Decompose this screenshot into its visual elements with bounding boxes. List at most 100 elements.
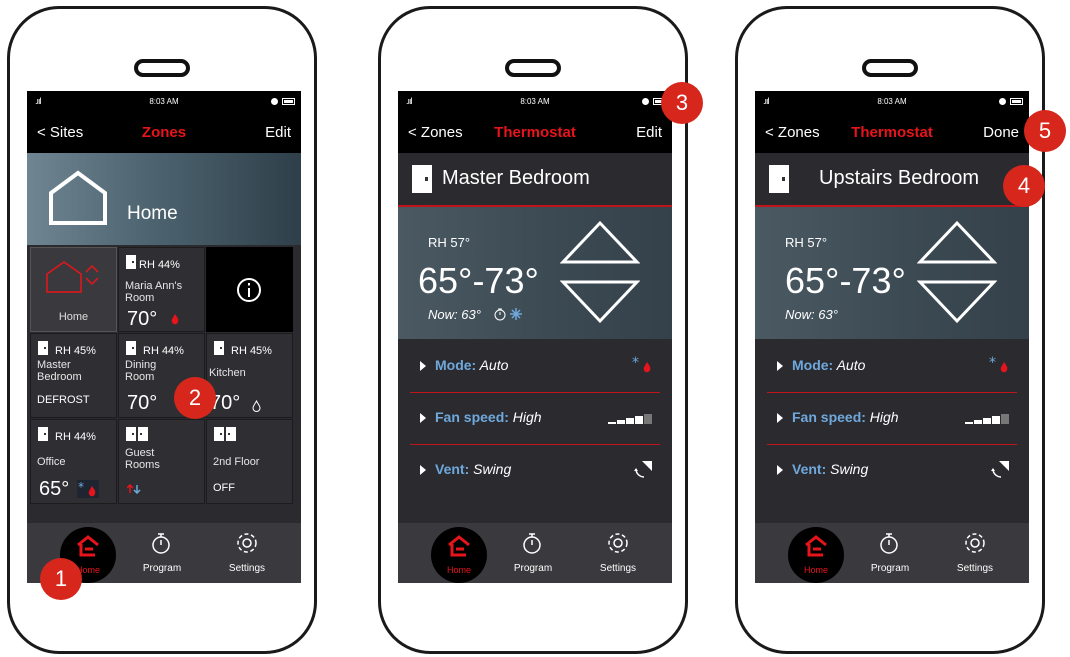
speaker-slot: [862, 59, 918, 77]
temperature-up-button[interactable]: [560, 219, 640, 265]
home-icon: [805, 535, 827, 557]
zone-temperature: 70°: [127, 392, 158, 414]
zone-name: 2nd Floor: [213, 456, 260, 468]
tab-bar: Home Program Settings: [755, 523, 1029, 583]
mode-value: Auto: [833, 357, 866, 373]
vent-label: Vent:: [792, 461, 827, 477]
gear-icon: [237, 533, 257, 553]
vent-row[interactable]: Vent: Swing: [398, 445, 672, 497]
door-icon: [412, 165, 432, 193]
fan-level-icon: [608, 414, 652, 424]
phone-thermostat: .ııl 8:03 AM < Zones Thermostat Edit Mas…: [378, 6, 688, 654]
info-icon: [237, 278, 261, 302]
vent-swing-icon: [634, 461, 652, 478]
vent-swing-icon: [991, 461, 1009, 478]
door-icon: [38, 427, 48, 441]
do-not-disturb-icon: [271, 98, 278, 105]
door-icon: [38, 341, 48, 355]
tab-program[interactable]: Program: [850, 523, 930, 583]
status-time: 8:03 AM: [520, 97, 550, 106]
vent-value: Swing: [826, 461, 869, 477]
status-bar: .ııl 8:03 AM: [27, 91, 301, 113]
tab-program-label: Program: [870, 563, 910, 574]
tab-settings[interactable]: Settings: [935, 523, 1015, 583]
stopwatch-icon: [523, 533, 541, 554]
tab-home[interactable]: Home: [788, 527, 844, 583]
temperature-down-button[interactable]: [560, 279, 640, 325]
do-not-disturb-icon: [999, 98, 1006, 105]
door-icon: [769, 165, 789, 193]
flame-icon: [171, 314, 179, 325]
tab-program[interactable]: Program: [122, 523, 202, 583]
edit-button[interactable]: Edit: [265, 124, 291, 141]
tab-settings[interactable]: Settings: [578, 523, 658, 583]
temperature-up-button[interactable]: [917, 219, 997, 265]
tile-kitchen[interactable]: RH 45% Kitchen 70°: [206, 333, 293, 418]
callout-badge-3: 3: [661, 82, 703, 124]
zone-name: Maria Ann's Room: [125, 280, 183, 304]
fan-speed-row[interactable]: Fan speed: High: [398, 393, 672, 445]
tile-home[interactable]: Home: [30, 247, 117, 332]
battery-icon: [282, 98, 295, 105]
zone-name: Kitchen: [209, 367, 246, 379]
nav-bar: < Zones Thermostat Edit: [398, 113, 672, 153]
tab-settings-label: Settings: [956, 563, 994, 574]
svg-text:*: *: [632, 355, 639, 371]
screen-thermostat: .ııl 8:03 AM < Zones Thermostat Edit Mas…: [398, 91, 672, 583]
nav-bar: < Sites Zones Edit: [27, 113, 301, 153]
tile-2nd-floor[interactable]: 2nd Floor OFF: [206, 419, 293, 504]
vent-row[interactable]: Vent: Swing: [755, 445, 1029, 497]
svg-text:*: *: [78, 480, 84, 494]
door-icon: [214, 341, 224, 355]
door-icon: [126, 341, 136, 355]
tile-master-bedroom[interactable]: RH 45% Master Bedroom DEFROST: [30, 333, 117, 418]
tile-office[interactable]: RH 44% Office 65° *: [30, 419, 117, 504]
zone-name: Dining Room: [125, 359, 157, 383]
zone-header: Upstairs Bedroom: [755, 153, 1029, 207]
tab-settings[interactable]: Settings: [207, 523, 287, 583]
humidity-value: RH 44%: [139, 259, 180, 271]
status-time: 8:03 AM: [149, 97, 179, 106]
zone-name: Master Bedroom: [37, 359, 82, 383]
back-zones-button[interactable]: < Zones: [408, 124, 463, 141]
status-time: 8:03 AM: [877, 97, 907, 106]
timer-snowflake-icon: [494, 308, 522, 321]
tab-program[interactable]: Program: [493, 523, 573, 583]
zone-name-field[interactable]: Upstairs Bedroom: [819, 167, 979, 190]
fan-speed-label: Fan speed:: [435, 409, 509, 425]
mode-row[interactable]: Mode: Auto *: [398, 341, 672, 393]
back-sites-button[interactable]: < Sites: [37, 124, 83, 141]
callout-badge-1: 1: [40, 558, 82, 600]
tab-settings-label: Settings: [599, 563, 637, 574]
tile-guest-rooms[interactable]: Guest Rooms: [118, 419, 205, 504]
tile-maria-room[interactable]: RH 44% Maria Ann's Room 70°: [118, 247, 205, 332]
door-pair-icon: [126, 427, 148, 441]
temperature-down-button[interactable]: [917, 279, 997, 325]
speaker-slot: [134, 59, 190, 77]
back-zones-button[interactable]: < Zones: [765, 124, 820, 141]
fan-speed-value: High: [508, 409, 542, 425]
edit-button[interactable]: Edit: [636, 124, 662, 141]
expand-triangle-icon: [777, 361, 783, 371]
site-name: Home: [127, 203, 178, 224]
done-button[interactable]: Done: [983, 124, 1019, 141]
humidity-value: RH 57°: [428, 235, 471, 250]
home-icon: [448, 535, 470, 557]
tab-home[interactable]: Home: [431, 527, 487, 583]
tab-home-label: Home: [803, 565, 828, 575]
fan-speed-row[interactable]: Fan speed: High: [755, 393, 1029, 445]
heat-cool-icon: *: [77, 480, 99, 498]
zone-name: Office: [37, 456, 66, 468]
mode-label: Mode:: [435, 357, 477, 373]
mode-row[interactable]: Mode: Auto *: [755, 341, 1029, 393]
vent-value: Swing: [469, 461, 512, 477]
house-icon: [49, 170, 107, 225]
setpoint-range: 65°-73°: [418, 260, 539, 301]
gear-icon: [965, 533, 985, 553]
gear-icon: [608, 533, 628, 553]
current-temperature: Now: 63°: [785, 307, 838, 322]
tile-info[interactable]: [206, 247, 293, 332]
callout-badge-5: 5: [1024, 110, 1066, 152]
phone-zones: .ııl 8:03 AM < Sites Zones Edit Home Hom…: [7, 6, 317, 654]
battery-icon: [1010, 98, 1023, 105]
